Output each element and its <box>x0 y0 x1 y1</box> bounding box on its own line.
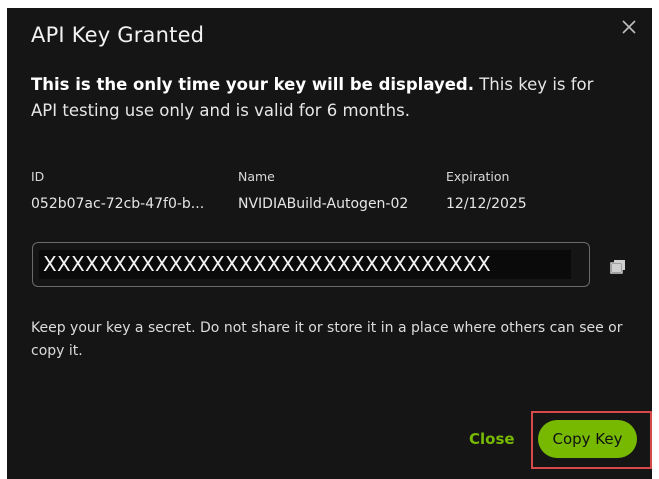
security-hint: Keep your key a secret. Do not share it … <box>31 320 623 359</box>
id-value: 052b07ac-72cb-47f0-b... <box>31 196 205 212</box>
expiration-value: 12/12/2025 <box>446 196 527 212</box>
notice-text: This is the only time your key will be d… <box>31 72 621 124</box>
api-key-field[interactable]: XXXXXXXXXXXXXXXXXXXXXXXXXXXXXXXX <box>32 242 590 287</box>
api-key-selection: XXXXXXXXXXXXXXXXXXXXXXXXXXXXXXXX <box>39 250 571 279</box>
close-button[interactable]: Close <box>469 430 515 448</box>
api-key-value: XXXXXXXXXXXXXXXXXXXXXXXXXXXXXXXX <box>43 252 492 276</box>
copy-icon[interactable] <box>610 259 626 274</box>
notice-bold: This is the only time your key will be d… <box>31 75 474 94</box>
dialog-title: API Key Granted <box>31 23 205 47</box>
name-value: NVIDIABuild-Autogen-02 <box>238 196 409 212</box>
close-icon[interactable] <box>620 18 638 36</box>
expiration-label: Expiration <box>446 169 510 184</box>
meta-name: Name NVIDIABuild-Autogen-02 <box>238 169 408 212</box>
copy-key-button[interactable]: Copy Key <box>538 420 637 458</box>
meta-id: ID 052b07ac-72cb-47f0-b... <box>31 169 204 212</box>
id-label: ID <box>31 169 45 184</box>
name-label: Name <box>238 169 275 184</box>
api-key-dialog: API Key Granted This is the only time yo… <box>7 8 652 479</box>
meta-expiration: Expiration 12/12/2025 <box>446 169 527 212</box>
